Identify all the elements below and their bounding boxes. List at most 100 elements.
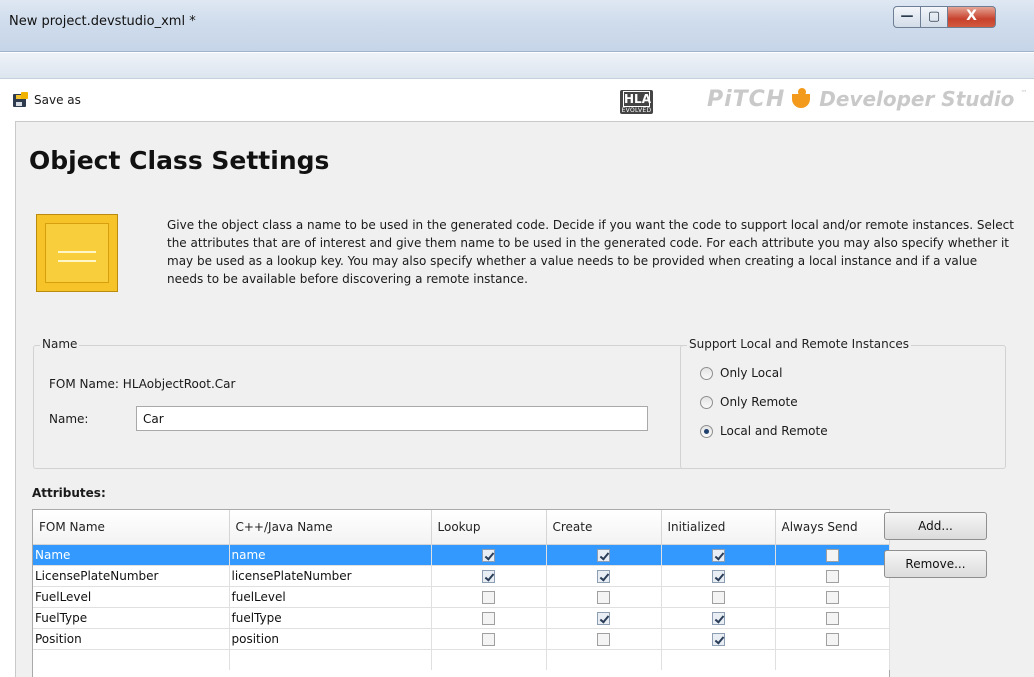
radio-label: Only Remote [720,395,798,409]
col-fom-name[interactable]: FOM Name [33,510,230,545]
radio-selected-icon [700,424,713,438]
cell-initialized [661,544,776,566]
add-attribute-button[interactable]: Add... [884,512,987,540]
cell-initialized [661,565,776,587]
close-icon: X [966,8,977,24]
cell-fom-name[interactable]: FuelType [33,607,230,629]
product-name: Developer Studio [819,87,1015,111]
cell-initialized [661,607,776,629]
pitch-developer-studio-logo: PiTCH Developer Studio ™ [707,86,1027,112]
cell-initialized [661,586,776,608]
checkbox-initialized[interactable] [711,569,725,583]
radio-only-remote[interactable]: Only Remote [700,395,798,409]
cell-fom-name[interactable]: LicensePlateNumber [33,565,230,587]
checkbox-always-send[interactable] [825,611,839,625]
checkbox-lookup[interactable] [482,611,495,625]
cell-code-name[interactable]: licensePlateNumber [229,565,432,587]
col-always-send[interactable]: Always Send [775,510,890,545]
cell-lookup [431,628,547,650]
cell-code-name[interactable]: fuelLevel [229,586,432,608]
cell-initialized [661,628,776,650]
name-label: Name: [49,412,89,426]
checkbox-initialized[interactable] [711,548,725,562]
attributes-label: Attributes: [32,486,106,500]
radio-icon [700,395,713,409]
table-header: FOM Name C++/Java Name Lookup Create Ini… [33,510,890,545]
cell-always-send [775,607,890,629]
cell-code-name[interactable]: position [229,628,432,650]
checkbox-always-send[interactable] [825,569,839,583]
pitch-brand: PiTCH [707,86,786,112]
checkbox-create[interactable] [597,569,610,583]
radio-only-local[interactable]: Only Local [700,366,782,380]
radio-label: Only Local [720,366,783,380]
table-row[interactable]: FuelType fuelType [33,607,890,629]
maximize-button[interactable]: ▢ [921,6,948,28]
cell-code-name[interactable]: name [229,544,432,566]
checkbox-initialized[interactable] [711,590,725,604]
empty-cell [546,649,662,670]
empty-cell [775,649,890,670]
radio-local-and-remote[interactable]: Local and Remote [700,424,828,438]
checkbox-create[interactable] [597,611,610,625]
cell-fom-name[interactable]: Position [33,628,230,650]
checkbox-lookup[interactable] [482,590,495,604]
window-titlebar: New project.devstudio_xml * — ▢ X [0,0,1034,52]
attributes-table[interactable]: FOM Name C++/Java Name Lookup Create Ini… [32,509,890,677]
remove-attribute-button[interactable]: Remove... [884,550,987,578]
radio-icon [700,366,713,380]
checkbox-lookup[interactable] [482,569,495,583]
name-field[interactable] [136,406,648,431]
empty-cell [33,649,230,670]
col-initialized[interactable]: Initialized [661,510,776,545]
checkbox-lookup[interactable] [482,548,495,562]
cell-lookup [431,586,547,608]
cell-fom-name[interactable]: Name [33,544,230,566]
checkbox-create[interactable] [597,590,610,604]
support-group-legend: Support Local and Remote Instances [687,337,911,351]
window-title: New project.devstudio_xml * [9,14,196,29]
checkbox-always-send[interactable] [825,548,839,562]
save-as-button[interactable]: Save as [12,91,81,109]
checkbox-initialized[interactable] [711,632,725,646]
checkbox-always-send[interactable] [825,632,839,646]
checkbox-lookup[interactable] [482,632,495,646]
table-row[interactable]: Name name [33,544,890,566]
checkbox-initialized[interactable] [711,611,725,625]
fom-name-label: FOM Name: [49,377,119,391]
empty-cell [431,649,547,670]
attributes-body: Name name LicensePlateNumber licensePlateNu… [33,544,890,670]
cell-always-send [775,586,890,608]
cell-fom-name[interactable]: FuelLevel [33,586,230,608]
table-row[interactable]: LicensePlateNumber licensePlateNumber [33,565,890,587]
checkbox-create[interactable] [597,548,610,562]
col-code-name[interactable]: C++/Java Name [229,510,432,545]
cell-lookup [431,607,547,629]
hla-evolved-logo: HLA EVOLVED [620,90,653,114]
menubar-strip [0,53,1034,79]
fom-name-row: FOM Name: HLAobjectRoot.Car [49,377,235,391]
minimize-icon: — [900,9,914,24]
table-row[interactable]: Position position [33,628,890,650]
object-class-icon [36,214,118,292]
cell-create [546,565,662,587]
maximize-icon: ▢ [927,9,941,24]
fom-name-value: HLAobjectRoot.Car [122,377,236,391]
minimize-button[interactable]: — [893,6,921,28]
name-group-legend: Name [40,337,80,351]
checkbox-always-send[interactable] [825,590,839,604]
col-lookup[interactable]: Lookup [431,510,547,545]
col-create[interactable]: Create [546,510,662,545]
table-row[interactable]: FuelLevel fuelLevel [33,586,890,608]
cell-code-name[interactable]: fuelType [229,607,432,629]
empty-cell [229,649,432,670]
pitch-sun-icon [791,88,813,110]
close-button[interactable]: X [948,6,996,28]
cell-create [546,607,662,629]
cell-always-send [775,565,890,587]
checkbox-create[interactable] [597,632,610,646]
radio-label: Local and Remote [720,424,828,438]
cell-lookup [431,544,547,566]
toolbar: Save as HLA EVOLVED PiTCH Developer Stud… [0,80,1034,118]
save-icon [12,92,28,108]
